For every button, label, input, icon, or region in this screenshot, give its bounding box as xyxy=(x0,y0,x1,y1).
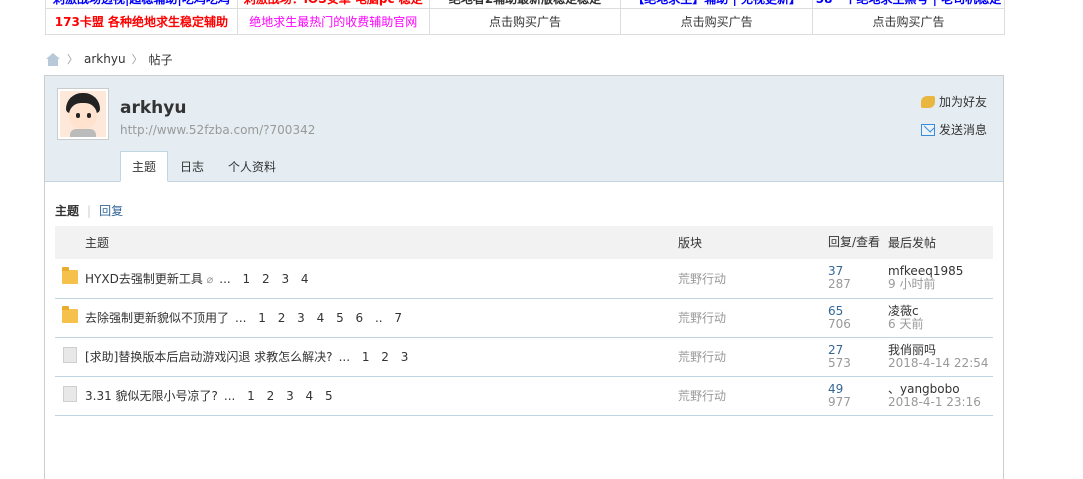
thread-title[interactable]: 去除强制更新貌似不顶用了 xyxy=(85,311,229,325)
tab-topics[interactable]: 主题 xyxy=(120,151,169,182)
ad-grid: 刺激战场透视|超稳辅助|吃鸡吃鸡 刺激战场：iOS安卓 电脑pc 稳定 绝地者2… xyxy=(45,0,1005,35)
folder-icon xyxy=(62,266,78,284)
thread-title[interactable]: 3.31 貌似无限小号凉了? xyxy=(85,389,218,403)
view-count: 573 xyxy=(828,355,851,370)
ad-link[interactable]: 【绝地求生】辅助 | 无视更新】 xyxy=(620,0,814,9)
avatar-image xyxy=(60,91,106,137)
thread-pages[interactable]: ... 1 2 3 4 5 xyxy=(224,389,333,403)
ad-link[interactable]: 绝地求生最热门的收费辅助官网 xyxy=(236,8,430,35)
home-icon[interactable] xyxy=(45,52,61,66)
last-post-time[interactable]: 6 天前 xyxy=(888,317,993,331)
profile-username: arkhyu xyxy=(120,98,187,118)
table-row: 去除强制更新貌似不顶用了 ... 1 2 3 4 5 6 .. 7 荒野行动 65 70… xyxy=(55,298,993,338)
last-post-time[interactable]: 2018-4-14 22:54 xyxy=(888,356,993,370)
table-row: [求助]替换版本后启动游戏闪退 求教怎么解决? ... 1 2 3 荒野行动 27 57… xyxy=(55,337,993,377)
profile-url[interactable]: http://www.52fzba.com/?700342 xyxy=(120,123,315,137)
reply-count[interactable]: 27 xyxy=(828,343,888,357)
add-friend-label: 加为好友 xyxy=(938,95,987,109)
tab-blog[interactable]: 日志 xyxy=(168,151,216,182)
last-poster[interactable]: 凌薇c xyxy=(888,304,993,318)
buy-ad-link[interactable]: 点击购买广告 xyxy=(428,8,622,35)
thread-pages[interactable]: ... 1 2 3 4 xyxy=(219,272,308,286)
header-last: 最后发帖 xyxy=(888,226,993,259)
subnav-divider: | xyxy=(87,203,92,218)
thread-pages[interactable]: ... 1 2 3 4 5 6 .. 7 xyxy=(235,311,402,325)
profile-container: arkhyu http://www.52fzba.com/?700342 加为好… xyxy=(44,75,1004,479)
folder-icon xyxy=(62,306,78,323)
table-row: HYXD去强制更新工具 ⌀... 1 2 3 4 荒野行动 37 287 mfkeeq1… xyxy=(55,259,993,299)
header-stats: 回复/查看 xyxy=(828,226,888,259)
subnav: 主题 | 回复 xyxy=(55,202,123,219)
last-post-time[interactable]: 9 小时前 xyxy=(888,278,993,291)
last-poster[interactable]: 我俏丽吗 xyxy=(888,343,993,357)
thread-forum[interactable]: 荒野行动 xyxy=(678,259,828,299)
breadcrumb: 〉 arkhyu 〉 帖子 xyxy=(45,51,173,67)
thread-forum[interactable]: 荒野行动 xyxy=(678,376,828,416)
ad-link[interactable]: 绝地者2辅助最新版稳定稳定 xyxy=(428,0,622,9)
profile-header: arkhyu http://www.52fzba.com/?700342 加为好… xyxy=(45,76,1003,182)
last-post-time[interactable]: 2018-4-1 23:16 xyxy=(888,395,993,409)
doc-icon xyxy=(63,386,77,402)
handshake-icon xyxy=(920,95,935,108)
thread-table: 主题 版块 回复/查看 最后发帖 HYXD去强制更新工具 ⌀ ... 1 2 3 … xyxy=(55,226,993,416)
header-forum: 版块 xyxy=(678,226,828,259)
ad-link[interactable]: 58一个绝地求生黑号 | 老司机稳定 xyxy=(812,0,1005,9)
ad-link[interactable]: 刺激战场：iOS安卓 电脑pc 稳定 xyxy=(236,0,430,9)
subnav-replies[interactable]: 回复 xyxy=(99,202,123,219)
buy-ad-link[interactable]: 点击购买广告 xyxy=(812,8,1005,35)
thread-pages[interactable]: ... 1 2 3 xyxy=(339,350,409,364)
reply-count[interactable]: 65 xyxy=(828,304,888,318)
ad-link[interactable]: 173卡盟 各种绝地求生稳定辅助 xyxy=(45,8,238,35)
mail-icon xyxy=(920,123,935,136)
send-message-button[interactable]: 发送消息 xyxy=(920,121,987,138)
avatar[interactable] xyxy=(57,88,109,140)
profile-tabs: 主题 日志 个人资料 xyxy=(120,151,288,182)
table-row: 3.31 貌似无限小号凉了? ... 1 2 3 4 5 荒野行动 49 977 、yan… xyxy=(55,376,993,416)
thread-title[interactable]: [求助]替换版本后启动游戏闪退 求教怎么解决? xyxy=(85,350,333,364)
breadcrumb-user[interactable]: arkhyu xyxy=(84,52,126,66)
buy-ad-link[interactable]: 点击购买广告 xyxy=(620,8,814,35)
thread-title[interactable]: HYXD去强制更新工具 xyxy=(85,272,203,286)
add-friend-button[interactable]: 加为好友 xyxy=(920,93,987,110)
reply-count[interactable]: 49 xyxy=(828,382,888,396)
breadcrumb-section: 帖子 xyxy=(148,52,173,67)
last-poster[interactable]: 、yangbobo xyxy=(888,382,993,396)
view-count: 706 xyxy=(828,316,851,331)
thread-forum[interactable]: 荒野行动 xyxy=(678,298,828,338)
view-count: 287 xyxy=(828,277,851,292)
header-subject: 主题 xyxy=(85,226,678,259)
send-message-label: 发送消息 xyxy=(938,123,987,137)
tab-profile[interactable]: 个人资料 xyxy=(216,151,288,182)
table-header: 主题 版块 回复/查看 最后发帖 xyxy=(55,226,993,259)
attachment-icon: ⌀ xyxy=(206,272,214,286)
thread-forum[interactable]: 荒野行动 xyxy=(678,337,828,377)
doc-icon xyxy=(63,347,77,363)
breadcrumb-separator: 〉 xyxy=(67,53,78,66)
subnav-topics[interactable]: 主题 xyxy=(55,202,79,219)
view-count: 977 xyxy=(828,394,851,409)
ad-link[interactable]: 刺激战场透视|超稳辅助|吃鸡吃鸡 xyxy=(45,0,238,9)
breadcrumb-separator: 〉 xyxy=(131,53,143,66)
